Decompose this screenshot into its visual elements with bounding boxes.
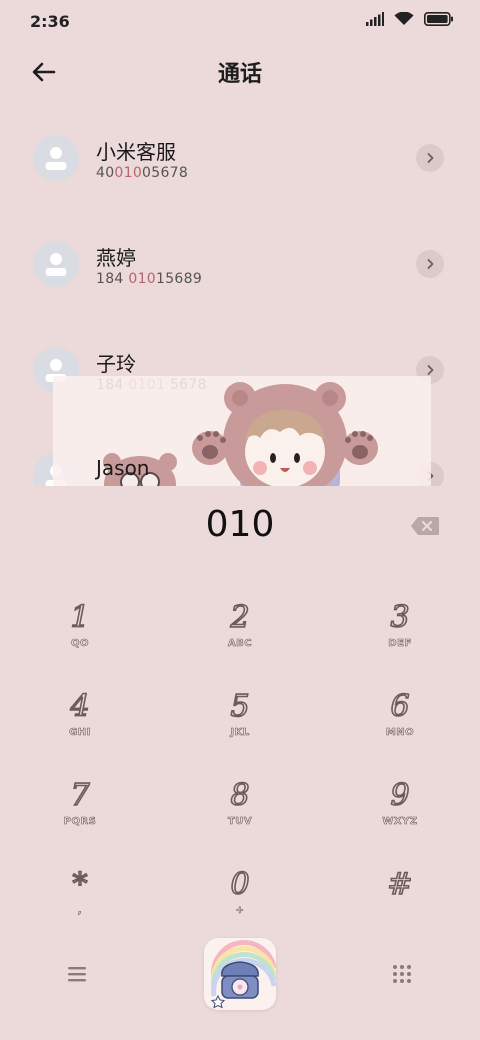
dial-display: 010 [0, 496, 480, 556]
key-6[interactable]: 6 MNO [340, 688, 460, 769]
call-button[interactable] [204, 938, 276, 1010]
key-digit: 4 [70, 688, 91, 725]
key-digit: 7 [70, 777, 91, 814]
person-icon [45, 147, 67, 170]
chevron-right-icon [427, 365, 434, 375]
key-letters: TUV [227, 816, 253, 828]
key-hash[interactable]: # [340, 866, 460, 947]
contact-number: 4001005678 [96, 165, 189, 181]
contact-name: 子玲 [96, 352, 136, 376]
bear-hood-girl-sticker-icon [192, 382, 378, 486]
key-letters: + [235, 905, 245, 917]
dialed-number: 010 [205, 504, 275, 545]
contact-detail-button[interactable] [416, 250, 444, 278]
dialer-screen: 2:36 通话 小米客服 4001005678 燕婷 184 01015689 … [0, 0, 480, 1040]
key-digit: 5 [230, 688, 251, 725]
status-icons [366, 12, 454, 26]
key-digit: 1 [70, 599, 91, 636]
match-highlight: 010 [128, 271, 156, 287]
chevron-right-icon [427, 153, 434, 163]
key-digit: 9 [390, 777, 411, 814]
key-letters: DEF [388, 638, 412, 650]
contact-row[interactable]: 小米客服 4001005678 [0, 110, 480, 210]
avatar [33, 135, 79, 181]
key-digit: 3 [390, 599, 411, 636]
key-letters: JKL [230, 727, 250, 739]
key-digit: 6 [390, 688, 411, 725]
key-1[interactable]: 1 QO [20, 599, 140, 680]
key-digit: 0 [230, 866, 251, 903]
wifi-icon [394, 12, 414, 25]
key-9[interactable]: 9 WXYZ [340, 777, 460, 858]
key-letters: MNO [385, 727, 415, 739]
key-star[interactable]: * , [20, 866, 140, 947]
contact-name: Jason [96, 456, 150, 480]
key-3[interactable]: 3 DEF [340, 599, 460, 680]
contact-name: 燕婷 [96, 246, 136, 270]
key-letters: GHI [69, 727, 91, 739]
backspace-icon[interactable] [410, 516, 440, 536]
key-digit: 8 [230, 777, 251, 814]
key-letters: PQRS [63, 816, 97, 828]
key-letters: WXYZ [382, 816, 418, 828]
dialpad-icon[interactable] [392, 964, 412, 984]
key-4[interactable]: 4 GHI [20, 688, 140, 769]
key-8[interactable]: 8 TUV [180, 777, 300, 858]
status-bar: 2:36 [0, 0, 480, 40]
key-7[interactable]: 7 PQRS [20, 777, 140, 858]
header: 通话 [0, 48, 480, 94]
status-time: 2:36 [30, 12, 70, 31]
battery-icon [424, 12, 453, 26]
key-2[interactable]: 2 ABC [180, 599, 300, 680]
contact-row[interactable]: 燕婷 184 01015689 [0, 216, 480, 316]
key-digit: # [387, 866, 414, 903]
key-letters: ABC [227, 638, 253, 650]
key-0[interactable]: 0 + [180, 866, 300, 947]
key-digit: 2 [230, 599, 251, 636]
page-title: 通话 [217, 62, 262, 87]
key-5[interactable]: 5 JKL [180, 688, 300, 769]
key-digit: * [72, 866, 89, 903]
match-highlight: 010 [114, 165, 143, 181]
telephone-call-icon [210, 940, 276, 1009]
person-icon [45, 253, 67, 276]
signal-icon [366, 12, 384, 26]
key-letters: QO [70, 638, 89, 650]
avatar [33, 241, 79, 287]
bottom-bar [0, 938, 480, 1018]
contact-detail-button[interactable] [416, 144, 444, 172]
menu-icon[interactable] [66, 964, 88, 984]
chevron-right-icon [427, 259, 434, 269]
keypad: 1 QO 2 ABC 3 DEF 4 GHI 5 JKL 6 MNO 7 PQR… [0, 590, 480, 930]
contact-number: 184 01015689 [96, 271, 203, 287]
key-letters: , [77, 905, 83, 917]
contact-name: 小米客服 [96, 140, 176, 164]
